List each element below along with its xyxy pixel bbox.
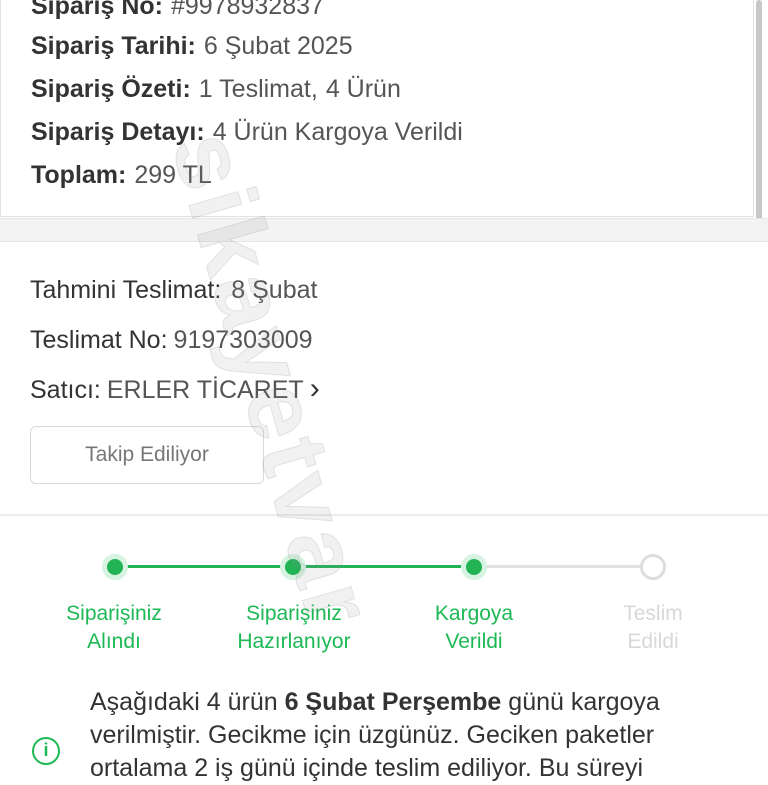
delivery-number-row: Teslimat No: 9197303009 <box>30 325 313 355</box>
order-summary-items: 4 Ürün <box>325 75 401 103</box>
order-date-row: Sipariş Tarihi: 6 Şubat 2025 <box>31 31 353 61</box>
seller-label: Satıcı: <box>30 376 101 404</box>
estimated-delivery-label: Tahmini Teslimat: <box>30 276 222 304</box>
order-number-value: #9978932837 <box>170 0 324 20</box>
seller-row[interactable]: Satıcı: ERLER TİCARET › <box>30 374 320 405</box>
step-label-line1: Kargoya <box>434 602 514 625</box>
step-dot-shipped <box>461 554 487 580</box>
order-number-row: Sipariş No: #9978932837 <box>31 0 324 21</box>
order-summary-label: Sipariş Özeti: <box>31 75 191 103</box>
step-label-line2: Alındı <box>87 630 141 653</box>
step-label-line1: Siparişiniz <box>246 602 342 625</box>
step-label-line1: Teslim <box>623 602 683 625</box>
order-total-value: 299 TL <box>134 161 212 189</box>
order-number-label: Sipariş No: <box>31 0 163 20</box>
step-label-line2: Verildi <box>445 630 503 653</box>
step-label-received: Siparişiniz Alındı <box>29 600 199 656</box>
section-divider <box>0 514 768 516</box>
progress-line-1 <box>115 565 295 568</box>
progress-line-3 <box>474 565 654 568</box>
order-detail-row: Sipariş Detayı: 4 Ürün Kargoya Verildi <box>31 117 463 147</box>
delivery-number-label: Teslimat No: <box>30 326 168 354</box>
order-date-label: Sipariş Tarihi: <box>31 32 196 60</box>
step-dot-preparing <box>280 554 306 580</box>
step-label-preparing: Siparişiniz Hazırlanıyor <box>209 600 379 656</box>
follow-button[interactable]: Takip Ediliyor <box>30 426 264 484</box>
chevron-right-icon[interactable]: › <box>310 372 320 405</box>
notice-ship-date: 6 Şubat Perşembe <box>284 688 502 716</box>
step-dot-received <box>102 554 128 580</box>
order-detail-value: 4 Ürün Kargoya Verildi <box>212 118 463 146</box>
step-label-delivered: Teslim Edildi <box>568 600 738 656</box>
order-summary-row: Sipariş Özeti: 1 Teslimat, 4 Ürün <box>31 74 401 104</box>
info-icon: i <box>32 737 60 765</box>
seller-link[interactable]: ERLER TİCARET <box>107 376 304 404</box>
section-divider <box>0 218 768 242</box>
step-label-shipped: Kargoya Verildi <box>389 600 559 656</box>
notice-text-before: Aşağıdaki 4 ürün <box>90 688 285 716</box>
step-label-line1: Siparişiniz <box>66 602 162 625</box>
order-progress-tracker: Siparişiniz Alındı Siparişiniz Hazırlanı… <box>0 540 768 660</box>
estimated-delivery-row: Tahmini Teslimat: 8 Şubat <box>30 275 317 305</box>
scrollbar[interactable] <box>756 0 762 240</box>
order-summary-card: Sipariş No: #9978932837 Sipariş Tarihi: 6 … <box>0 0 754 217</box>
shipping-notice-text: Aşağıdaki 4 ürün 6 Şubat Perşembe günü k… <box>90 686 740 785</box>
order-summary-deliveries: 1 Teslimat <box>198 75 311 103</box>
progress-line-2 <box>293 565 475 568</box>
order-total-row: Toplam: 299 TL <box>31 160 212 190</box>
order-detail-label: Sipariş Detayı: <box>31 118 205 146</box>
step-label-line2: Hazırlanıyor <box>237 630 351 653</box>
estimated-delivery-value: 8 Şubat <box>231 276 318 304</box>
order-summary-separator: , <box>310 75 318 103</box>
delivery-number-value: 9197303009 <box>173 326 313 354</box>
step-dot-delivered <box>640 554 666 580</box>
order-date-value: 6 Şubat 2025 <box>203 32 353 60</box>
step-label-line2: Edildi <box>627 630 679 653</box>
order-total-label: Toplam: <box>31 161 127 189</box>
